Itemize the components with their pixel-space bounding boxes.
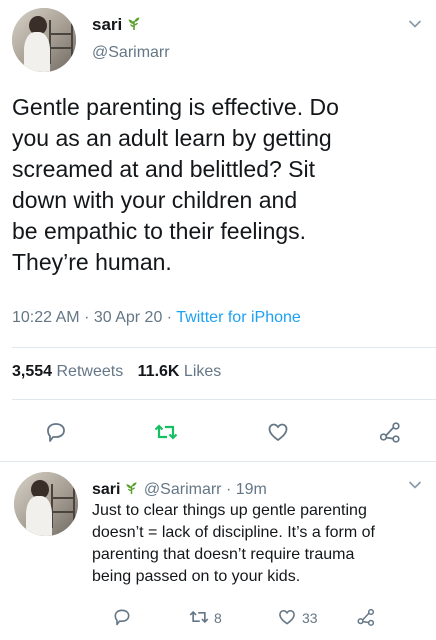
- tweet-text-line: you as an adult learn by getting: [12, 125, 332, 151]
- reply-author-name[interactable]: sari: [92, 481, 120, 498]
- reply-icon[interactable]: [44, 420, 68, 449]
- author-handle[interactable]: @Sarimarr: [92, 44, 170, 62]
- likes-count[interactable]: 11.6K: [138, 363, 180, 380]
- share-icon[interactable]: [356, 607, 376, 632]
- retweet-icon[interactable]: [153, 420, 179, 449]
- author-avatar[interactable]: [12, 8, 76, 72]
- heart-icon[interactable]: [277, 607, 297, 632]
- heart-icon[interactable]: [266, 420, 290, 449]
- reply-author-avatar[interactable]: [14, 472, 78, 536]
- author-name[interactable]: sari: [92, 15, 142, 36]
- retweets-count[interactable]: 3,554: [12, 363, 52, 380]
- tweet-text: Gentle parenting is effective. Do you as…: [12, 92, 424, 278]
- tweet-text-line: They’re human.: [12, 249, 172, 275]
- reply-header: sari @Sarimarr · 19m: [92, 480, 267, 500]
- divider: [0, 461, 436, 462]
- tweet-meta: 10:22 AM · 30 Apr 20 · Twitter for iPhon…: [12, 309, 301, 327]
- chevron-down-icon[interactable]: [408, 16, 422, 34]
- retweets-label[interactable]: Retweets: [57, 363, 124, 380]
- meta-separator: ·: [225, 481, 232, 499]
- reply-age[interactable]: 19m: [236, 481, 267, 498]
- reply-author-handle[interactable]: @Sarimarr: [144, 481, 222, 498]
- divider: [12, 347, 436, 348]
- tweet-date[interactable]: 30 Apr 20: [94, 309, 163, 326]
- tweet-source-link[interactable]: Twitter for iPhone: [176, 309, 301, 326]
- reply-text: Just to clear things up gentle parenting…: [92, 500, 428, 588]
- engagement-counts: 3,554 Retweets 11.6K Likes: [12, 363, 231, 381]
- reply-text-line: doesn’t = lack of discipline. It’s a for…: [92, 524, 375, 541]
- tweet-text-line: screamed at and belittled? Sit: [12, 156, 316, 182]
- reply-text-line: parenting that doesn’t require trauma: [92, 546, 355, 563]
- divider: [12, 399, 436, 400]
- retweet-icon[interactable]: [188, 607, 210, 632]
- author-name-text: sari: [92, 15, 123, 34]
- sprout-icon: [124, 480, 139, 500]
- tweet-text-line: Gentle parenting is effective. Do: [12, 94, 339, 120]
- reply-text-line: being passed on to your kids.: [92, 568, 301, 585]
- reply-text-line: Just to clear things up gentle parenting: [92, 502, 367, 519]
- meta-separator: ·: [166, 309, 173, 326]
- reply-like-count: 33: [302, 610, 318, 626]
- reply-retweet-count: 8: [214, 610, 222, 626]
- likes-label[interactable]: Likes: [184, 363, 221, 380]
- tweet-text-line: down with your children and: [12, 187, 298, 213]
- sprout-icon: [126, 15, 142, 36]
- chevron-down-icon[interactable]: [408, 477, 422, 495]
- meta-separator: ·: [84, 309, 90, 326]
- tweet-time: 10:22 AM: [12, 309, 80, 326]
- share-icon[interactable]: [378, 420, 402, 449]
- reply-icon[interactable]: [112, 607, 132, 632]
- tweet-text-line: be empathic to their feelings.: [12, 218, 307, 244]
